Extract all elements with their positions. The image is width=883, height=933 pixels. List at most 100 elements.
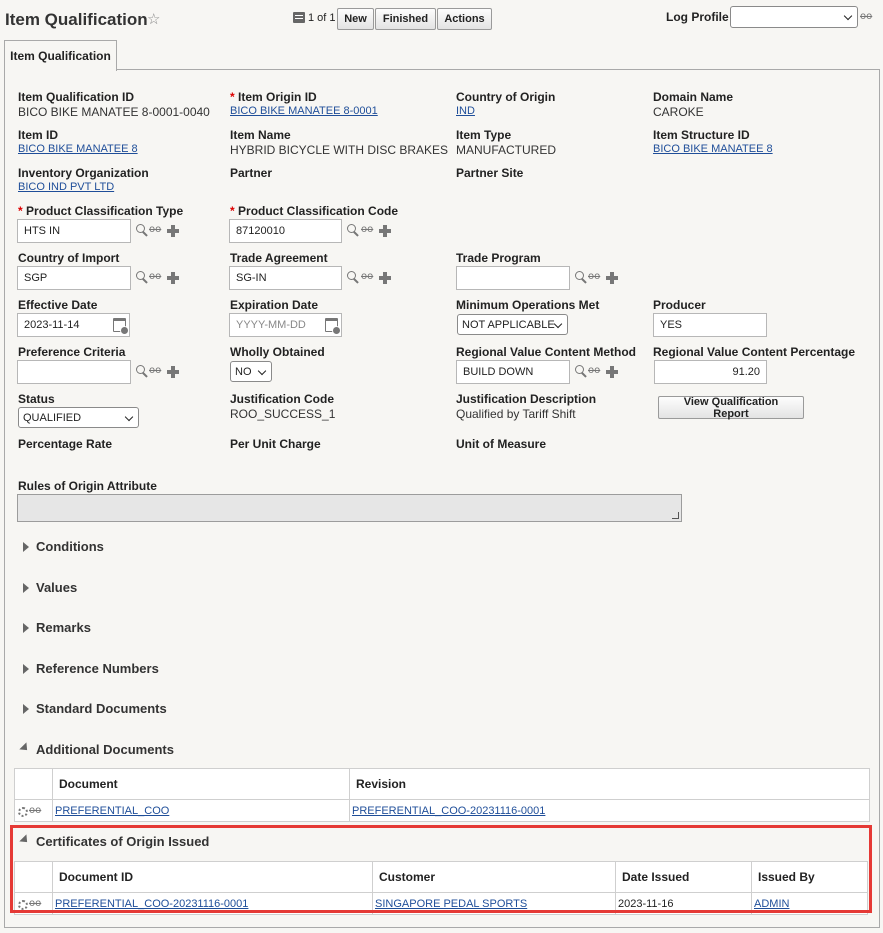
glasses-icon[interactable]: oo xyxy=(29,898,41,909)
percentage-rate-label: Percentage Rate xyxy=(18,437,113,451)
view-qualification-report-button[interactable]: View Qualification Report xyxy=(658,396,804,420)
expand-triangle-icon[interactable] xyxy=(23,704,29,714)
country-of-import-input[interactable]: SGP xyxy=(17,266,131,290)
expand-triangle-icon[interactable] xyxy=(23,583,29,593)
justification-description-label: Justification Description xyxy=(456,392,597,406)
section-additional-documents[interactable]: Additional Documents xyxy=(36,742,174,757)
glasses-icon[interactable]: oo xyxy=(149,365,161,376)
country-of-origin-link[interactable]: IND xyxy=(456,105,475,117)
trade-agreement-input[interactable]: SG-IN xyxy=(229,266,342,290)
calendar-icon[interactable] xyxy=(113,318,129,335)
glasses-icon[interactable]: oo xyxy=(149,271,161,282)
document-cell: PREFERENTIAL_COO xyxy=(52,799,350,822)
expiration-date-label: Expiration Date xyxy=(230,298,319,312)
search-icon[interactable] xyxy=(347,224,359,237)
search-icon[interactable] xyxy=(575,271,587,284)
revision-link[interactable]: PREFERENTIAL_COO-20231116-0001 xyxy=(352,805,545,817)
rvc-percentage-input[interactable]: 91.20 xyxy=(654,360,767,384)
item-type-value: MANUFACTURED xyxy=(456,143,557,157)
item-qualification-id-label: Item Qualification ID xyxy=(18,90,135,104)
table-header-actions xyxy=(14,768,53,800)
section-values[interactable]: Values xyxy=(36,580,77,595)
gear-icon[interactable] xyxy=(17,899,28,910)
document-id-link[interactable]: PREFERENTIAL_COO-20231116-0001 xyxy=(55,898,248,910)
product-classification-code-input[interactable]: 87120010 xyxy=(229,219,342,243)
domain-name-label: Domain Name xyxy=(653,90,734,104)
status-select[interactable]: QUALIFIED xyxy=(18,407,139,428)
table-header-date-issued: Date Issued xyxy=(615,861,752,893)
preference-criteria-label: Preference Criteria xyxy=(18,345,126,359)
product-classification-type-input[interactable]: HTS IN xyxy=(17,219,131,243)
product-classification-type-label: Product Classification Type xyxy=(18,204,183,218)
section-certificates-of-origin-issued[interactable]: Certificates of Origin Issued xyxy=(36,834,209,849)
plus-icon[interactable] xyxy=(167,366,179,378)
section-reference-numbers[interactable]: Reference Numbers xyxy=(36,661,159,676)
table-row: oo PREFERENTIAL_COO PREFERENTIAL_COO-202… xyxy=(14,799,870,822)
section-conditions[interactable]: Conditions xyxy=(36,539,104,554)
minimum-operations-met-select[interactable]: NOT APPLICABLE xyxy=(457,314,568,335)
document-link[interactable]: PREFERENTIAL_COO xyxy=(55,805,169,817)
finished-button[interactable]: Finished xyxy=(375,8,436,30)
plus-icon[interactable] xyxy=(167,225,179,237)
customer-link[interactable]: SINGAPORE PEDAL SPORTS xyxy=(375,898,527,910)
document-id-cell: PREFERENTIAL_COO-20231116-0001 xyxy=(52,892,373,915)
search-icon[interactable] xyxy=(136,365,148,378)
page-title: Item Qualification xyxy=(5,10,148,29)
inventory-organization-link[interactable]: BICO IND PVT LTD xyxy=(18,181,114,193)
new-button[interactable]: New xyxy=(337,8,374,30)
record-count: 1 of 1 xyxy=(308,12,336,24)
wholly-obtained-label: Wholly Obtained xyxy=(230,345,325,359)
plus-icon[interactable] xyxy=(379,272,391,284)
log-profile-label: Log Profile xyxy=(666,10,729,24)
record-list-icon[interactable] xyxy=(293,12,305,23)
country-of-import-label: Country of Import xyxy=(18,251,120,265)
plus-icon[interactable] xyxy=(379,225,391,237)
calendar-icon[interactable] xyxy=(325,318,341,335)
rvc-percentage-label: Regional Value Content Percentage xyxy=(653,345,856,359)
item-qualification-id-value: BICO BIKE MANATEE 8-0001-0040 xyxy=(18,105,210,119)
glasses-icon[interactable]: oo xyxy=(361,271,373,282)
log-profile-select[interactable] xyxy=(730,6,858,28)
rvc-method-input[interactable]: BUILD DOWN xyxy=(456,360,570,384)
star-icon[interactable]: ☆ xyxy=(147,10,160,28)
section-standard-documents[interactable]: Standard Documents xyxy=(36,701,167,716)
search-icon[interactable] xyxy=(347,271,359,284)
glasses-icon[interactable]: oo xyxy=(149,224,161,235)
expand-triangle-icon[interactable] xyxy=(23,664,29,674)
certificates-table: Document ID Customer Date Issued Issued … xyxy=(14,861,868,915)
item-structure-id-link[interactable]: BICO BIKE MANATEE 8 xyxy=(653,143,773,155)
date-issued-cell: 2023-11-16 xyxy=(615,892,752,915)
justification-code-value: ROO_SUCCESS_1 xyxy=(230,407,336,421)
producer-input[interactable]: YES xyxy=(653,313,767,337)
rules-of-origin-attribute-textarea[interactable] xyxy=(17,494,682,522)
actions-button[interactable]: Actions xyxy=(437,8,492,30)
unit-of-measure-label: Unit of Measure xyxy=(456,437,547,451)
glasses-icon[interactable]: oo xyxy=(588,271,600,282)
resize-grip-icon[interactable] xyxy=(672,512,679,519)
glasses-icon[interactable]: oo xyxy=(588,365,600,376)
status-label: Status xyxy=(18,392,55,406)
search-icon[interactable] xyxy=(136,271,148,284)
glasses-icon[interactable]: oo xyxy=(860,11,872,22)
glasses-icon[interactable]: oo xyxy=(361,224,373,235)
gear-icon[interactable] xyxy=(17,806,28,817)
table-header-customer: Customer xyxy=(372,861,616,893)
tab-item-qualification[interactable]: Item Qualification xyxy=(4,40,117,71)
search-icon[interactable] xyxy=(136,224,148,237)
section-remarks[interactable]: Remarks xyxy=(36,620,91,635)
wholly-obtained-select[interactable]: NO xyxy=(230,361,272,382)
plus-icon[interactable] xyxy=(606,272,618,284)
item-id-link[interactable]: BICO BIKE MANATEE 8 xyxy=(18,143,138,155)
plus-icon[interactable] xyxy=(167,272,179,284)
plus-icon[interactable] xyxy=(606,366,618,378)
item-name-label: Item Name xyxy=(230,128,291,142)
search-icon[interactable] xyxy=(575,365,587,378)
per-unit-charge-label: Per Unit Charge xyxy=(230,437,321,451)
preference-criteria-input[interactable] xyxy=(17,360,131,384)
glasses-icon[interactable]: oo xyxy=(29,805,41,816)
trade-program-input[interactable] xyxy=(456,266,570,290)
item-origin-id-link[interactable]: BICO BIKE MANATEE 8-0001 xyxy=(230,105,378,117)
issued-by-link[interactable]: ADMIN xyxy=(754,898,789,910)
expand-triangle-icon[interactable] xyxy=(23,542,29,552)
expand-triangle-icon[interactable] xyxy=(23,623,29,633)
